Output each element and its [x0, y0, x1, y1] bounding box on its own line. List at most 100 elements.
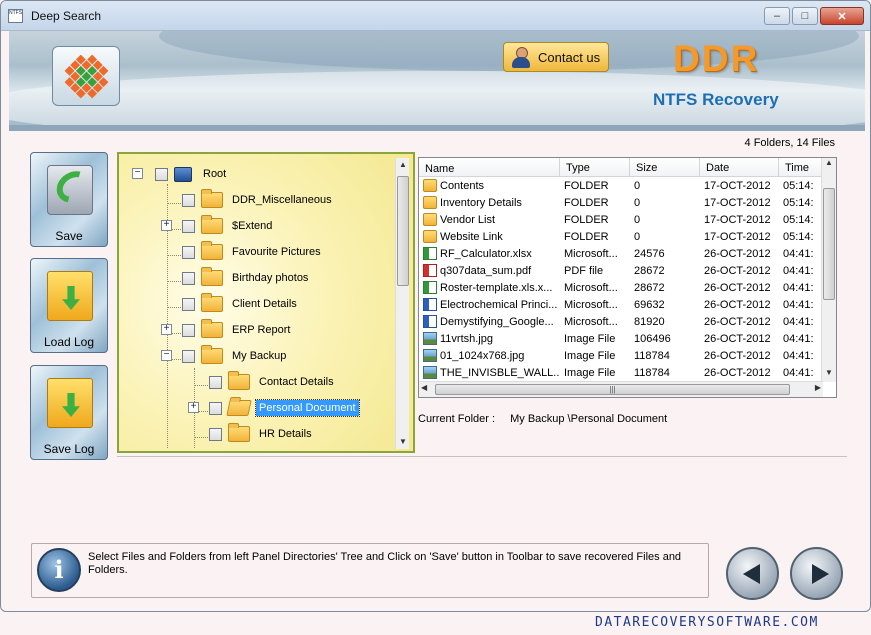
node-checkbox[interactable] — [209, 427, 222, 441]
file-list-row[interactable]: Website Link FOLDER 0 17-OCT-2012 05:14: — [419, 228, 836, 245]
minimize-button[interactable]: – — [764, 7, 790, 25]
node-checkbox[interactable] — [182, 323, 195, 337]
save-log-button[interactable]: Save Log — [30, 365, 108, 460]
file-name-cell: Contents — [419, 179, 560, 192]
save-drive-icon — [47, 165, 93, 215]
file-size-cell: 69632 — [634, 298, 665, 311]
expand-erp-report-toggle[interactable]: + — [161, 324, 172, 335]
tree-node-root[interactable]: Root — [155, 164, 229, 184]
directory-tree-panel[interactable]: − Root DDR_Miscellaneous + $Extend Favou… — [117, 152, 415, 453]
next-button[interactable] — [790, 547, 843, 600]
img-file-icon — [423, 349, 437, 362]
root-checkbox[interactable] — [155, 167, 168, 181]
tree-node-birthday-photos[interactable]: Birthday photos — [182, 267, 311, 288]
file-time-cell: 04:41: — [783, 315, 814, 328]
folder-icon — [201, 241, 223, 260]
file-name-text: Contents — [440, 179, 485, 192]
file-time-cell: 04:41: — [783, 366, 814, 379]
column-name-header[interactable]: Name — [419, 158, 560, 176]
app-icon: NTFS — [8, 9, 23, 23]
column-type-header[interactable]: Type — [560, 158, 630, 176]
file-size-cell: 24576 — [634, 247, 665, 260]
file-name-text: Electrochemical Princi... — [440, 298, 558, 311]
scroll-up-arrow-icon[interactable]: ▲ — [396, 158, 410, 172]
node-checkbox[interactable] — [182, 245, 195, 259]
tree-node-favourite-pictures[interactable]: Favourite Pictures — [182, 241, 324, 262]
file-name-cell: Electrochemical Princi... — [419, 298, 560, 311]
file-list-row[interactable]: Vendor List FOLDER 0 17-OCT-2012 05:14: — [419, 211, 836, 228]
collapse-my-backup-toggle[interactable]: − — [161, 350, 172, 361]
file-name-text: Inventory Details — [440, 196, 522, 209]
pdf-file-icon — [423, 264, 437, 277]
file-size-cell: 81920 — [634, 315, 665, 328]
scroll-left-arrow-icon[interactable]: ◀ — [421, 383, 427, 392]
file-type-cell: Image File — [564, 366, 616, 379]
expand-extend-toggle[interactable]: + — [161, 220, 172, 231]
file-list-row[interactable]: Inventory Details FOLDER 0 17-OCT-2012 05:14… — [419, 194, 836, 211]
column-size-header[interactable]: Size — [630, 158, 700, 176]
tree-node-ddr-miscellaneous[interactable]: DDR_Miscellaneous — [182, 189, 335, 210]
tree-scrollbar[interactable]: ▲ ▼ — [395, 158, 409, 449]
file-name-cell: Roster-template.xls.x... — [419, 281, 560, 294]
website-link[interactable]: DATARECOVERYSOFTWARE.COM — [595, 615, 819, 630]
arrow-right-icon — [812, 564, 829, 584]
close-button[interactable]: ✕ — [820, 7, 864, 25]
tree-node-extend[interactable]: $Extend — [182, 215, 275, 236]
xlsx-file-icon — [423, 247, 437, 260]
tree-node-label: HR Details — [259, 428, 312, 440]
maximize-button[interactable]: □ — [792, 7, 818, 25]
tree-node-my-backup[interactable]: My Backup — [182, 345, 289, 366]
tree-node-erp-report[interactable]: ERP Report — [182, 319, 294, 340]
column-date-header[interactable]: Date — [700, 158, 779, 176]
tree-node-label: Birthday photos — [232, 272, 309, 284]
file-list-row[interactable]: 11vrtsh.jpg Image File 106496 26-OCT-2012 04… — [419, 330, 836, 347]
file-list-hscroll[interactable]: ◀ ||| ▶ — [419, 381, 823, 397]
scroll-down-arrow-icon[interactable]: ▼ — [396, 435, 410, 449]
file-size-cell: 106496 — [634, 332, 671, 345]
node-checkbox[interactable] — [182, 219, 195, 233]
file-list-row[interactable]: q307data_sum.pdf PDF file 28672 26-OCT-2012… — [419, 262, 836, 279]
file-list-row[interactable]: Contents FOLDER 0 17-OCT-2012 05:14: — [419, 177, 836, 194]
contact-us-button[interactable]: Contact us — [503, 42, 609, 72]
file-date-cell: 26-OCT-2012 — [704, 315, 771, 328]
scroll-up-arrow-icon[interactable]: ▲ — [822, 158, 836, 172]
file-list-row[interactable]: THE_INVISBLE_WALL... Image File 118784 26-O… — [419, 364, 836, 381]
file-name-text: RF_Calculator.xlsx — [440, 247, 532, 260]
scroll-right-arrow-icon[interactable]: ▶ — [815, 383, 821, 392]
scroll-down-arrow-icon[interactable]: ▼ — [822, 368, 836, 382]
folder-icon — [228, 371, 250, 390]
column-time-header[interactable]: Time — [779, 158, 824, 176]
info-icon[interactable]: i — [37, 548, 81, 592]
file-list-row[interactable]: Roster-template.xls.x... Microsoft... 2867… — [419, 279, 836, 296]
load-log-button[interactable]: Load Log — [30, 258, 108, 353]
tree-node-label: $Extend — [232, 220, 273, 232]
file-name-cell: THE_INVISBLE_WALL... — [419, 366, 560, 379]
file-list-row[interactable]: Electrochemical Princi... Microsoft... 696… — [419, 296, 836, 313]
node-checkbox[interactable] — [209, 401, 222, 415]
file-list-vscroll-thumb[interactable] — [823, 188, 835, 300]
expand-personal-document-toggle[interactable]: + — [188, 402, 199, 413]
file-size-cell: 28672 — [634, 281, 665, 294]
file-list-row[interactable]: 01_1024x768.jpg Image File 118784 26-OCT-20… — [419, 347, 836, 364]
file-list-row[interactable]: Demystifying_Google... Microsoft... 81920 2… — [419, 313, 836, 330]
tree-scroll-thumb[interactable] — [397, 176, 409, 286]
node-checkbox[interactable] — [209, 375, 222, 389]
save-button[interactable]: Save — [30, 152, 108, 247]
node-checkbox[interactable] — [182, 271, 195, 285]
tree-node-personal-document[interactable]: Personal Document — [209, 398, 360, 418]
node-checkbox[interactable] — [182, 193, 195, 207]
folder-icon — [201, 345, 223, 364]
tree-node-hr-details[interactable]: HR Details — [209, 423, 315, 444]
node-checkbox[interactable] — [182, 349, 195, 363]
status-message: Select Files and Folders from left Panel… — [88, 551, 682, 576]
file-type-cell: FOLDER — [564, 213, 609, 226]
back-button[interactable] — [726, 547, 779, 600]
file-list-row[interactable]: RF_Calculator.xlsx Microsoft... 24576 26-OC… — [419, 245, 836, 262]
tree-node-contact-details[interactable]: Contact Details — [209, 371, 337, 392]
tree-node-client-details[interactable]: Client Details — [182, 293, 300, 314]
collapse-root-toggle[interactable]: − — [132, 168, 143, 179]
file-list-hscroll-thumb[interactable]: ||| — [435, 384, 790, 395]
node-checkbox[interactable] — [182, 297, 195, 311]
file-list-vscroll[interactable]: ▲ ▼ — [821, 158, 836, 382]
file-date-cell: 26-OCT-2012 — [704, 366, 771, 379]
